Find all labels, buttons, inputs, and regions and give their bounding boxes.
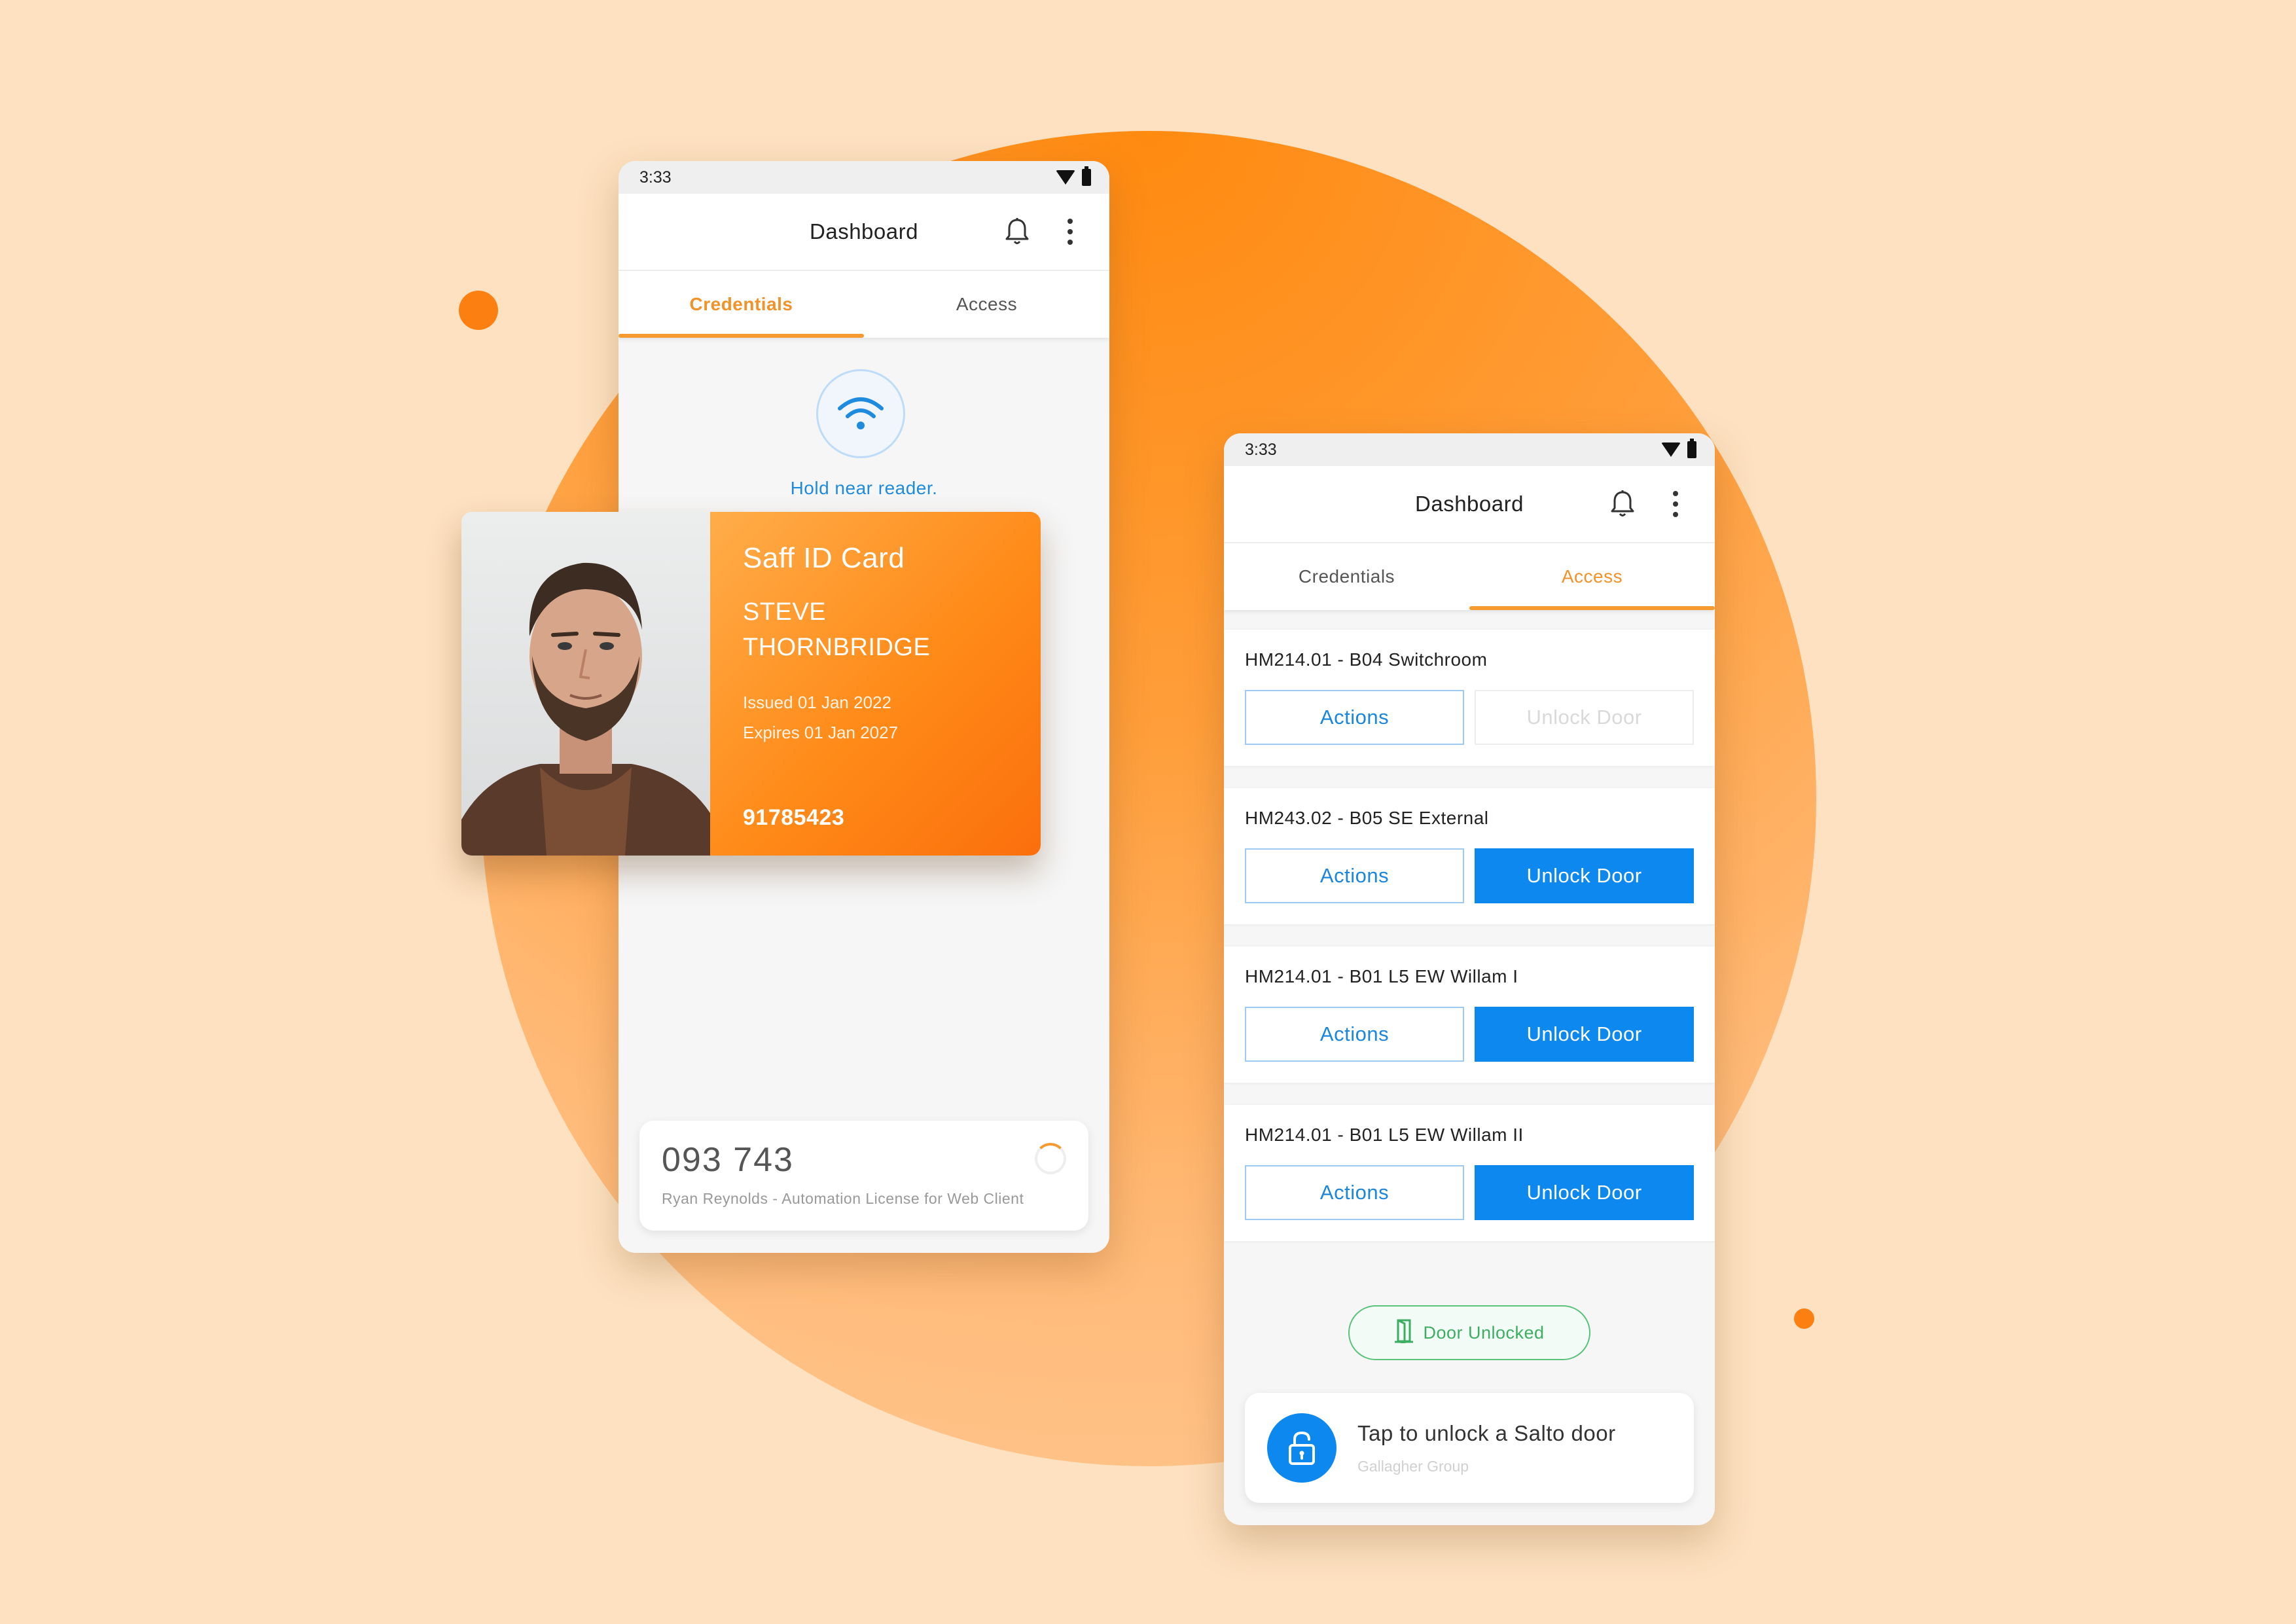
unlock-door-button[interactable]: Unlock Door xyxy=(1475,1165,1694,1220)
id-number: 91785423 xyxy=(743,805,845,830)
list-item: HM214.01 - B01 L5 EW Willam I Actions Un… xyxy=(1224,947,1715,1083)
status-bar: 3:33 xyxy=(1224,433,1715,466)
id-card-title: Saff ID Card xyxy=(743,542,905,574)
tab-bar: Credentials Access xyxy=(619,271,1109,338)
id-expiry-date: Expires 01 Jan 2027 xyxy=(743,723,899,742)
page-title: Dashboard xyxy=(1415,492,1524,516)
battery-icon xyxy=(1687,439,1696,458)
access-phone: 3:33 Dashboard Credentials Access HM214.… xyxy=(1224,433,1715,1525)
wifi-signal-icon xyxy=(1661,442,1681,457)
status-bar: 3:33 xyxy=(619,161,1109,194)
nfc-hint: Hold near reader. xyxy=(790,478,938,498)
unlock-door-button[interactable]: Unlock Door xyxy=(1475,690,1694,745)
id-holder-name: STEVE THORNBRIDGE xyxy=(743,598,931,661)
salto-unlock-card[interactable]: Tap to unlock a Salto door Gallagher Gro… xyxy=(1245,1393,1694,1503)
actions-button[interactable]: Actions xyxy=(1245,690,1464,745)
door-name: HM243.02 - B05 SE External xyxy=(1245,808,1489,828)
salto-subtitle: Gallagher Group xyxy=(1357,1457,1469,1475)
status-time: 3:33 xyxy=(639,168,672,187)
battery-icon xyxy=(1082,166,1091,186)
status-time: 3:33 xyxy=(1245,440,1277,459)
id-issued-date: Issued 01 Jan 2022 xyxy=(743,693,891,712)
tab-access[interactable]: Access xyxy=(1469,543,1715,610)
wifi-icon[interactable] xyxy=(816,369,905,458)
id-card[interactable]: Saff ID Card STEVE THORNBRIDGE Issued 01… xyxy=(461,512,1041,856)
wifi-signal-icon xyxy=(1056,170,1075,185)
decor-dot xyxy=(459,291,498,330)
nfc-area: Hold near reader. xyxy=(619,338,1109,514)
tab-credentials[interactable]: Credentials xyxy=(1224,543,1469,610)
actions-button[interactable]: Actions xyxy=(1245,848,1464,903)
tab-bar: Credentials Access xyxy=(1224,543,1715,610)
more-menu-icon[interactable] xyxy=(1673,491,1678,517)
lock-icon xyxy=(1267,1413,1336,1483)
unlock-door-button[interactable]: Unlock Door xyxy=(1475,848,1694,903)
door-name: HM214.01 - B04 Switchroom xyxy=(1245,649,1488,670)
salto-title: Tap to unlock a Salto door xyxy=(1357,1420,1616,1445)
page-title: Dashboard xyxy=(810,219,918,244)
tab-access[interactable]: Access xyxy=(864,271,1109,338)
door-name: HM214.01 - B01 L5 EW Willam I xyxy=(1245,966,1518,986)
door-icon xyxy=(1394,1318,1414,1348)
tab-credentials[interactable]: Credentials xyxy=(619,271,864,338)
door-name: HM214.01 - B01 L5 EW Willam II xyxy=(1245,1125,1524,1145)
door-unlocked-badge: Door Unlocked xyxy=(1348,1305,1590,1360)
badge-label: Door Unlocked xyxy=(1423,1322,1545,1343)
app-header: Dashboard xyxy=(619,194,1109,271)
id-info: Saff ID Card STEVE THORNBRIDGE Issued 01… xyxy=(710,512,1041,856)
otp-code: 093 743 xyxy=(662,1141,794,1179)
bell-icon[interactable] xyxy=(1610,490,1635,518)
otp-subtitle: Ryan Reynolds - Automation License for W… xyxy=(662,1190,1024,1207)
timer-spinner-icon xyxy=(1035,1143,1066,1174)
list-item: HM243.02 - B05 SE External Actions Unloc… xyxy=(1224,788,1715,924)
actions-button[interactable]: Actions xyxy=(1245,1165,1464,1220)
actions-button[interactable]: Actions xyxy=(1245,1007,1464,1062)
list-item: HM214.01 - B04 Switchroom Actions Unlock… xyxy=(1224,630,1715,766)
otp-card[interactable]: 093 743 Ryan Reynolds - Automation Licen… xyxy=(639,1121,1088,1231)
door-list: HM214.01 - B04 Switchroom Actions Unlock… xyxy=(1224,630,1715,1241)
decor-dot xyxy=(1794,1308,1814,1329)
id-photo xyxy=(461,512,710,856)
unlock-door-button[interactable]: Unlock Door xyxy=(1475,1007,1694,1062)
app-header: Dashboard xyxy=(1224,466,1715,543)
list-item: HM214.01 - B01 L5 EW Willam II Actions U… xyxy=(1224,1105,1715,1241)
bell-icon[interactable] xyxy=(1005,217,1030,246)
more-menu-icon[interactable] xyxy=(1067,219,1073,245)
